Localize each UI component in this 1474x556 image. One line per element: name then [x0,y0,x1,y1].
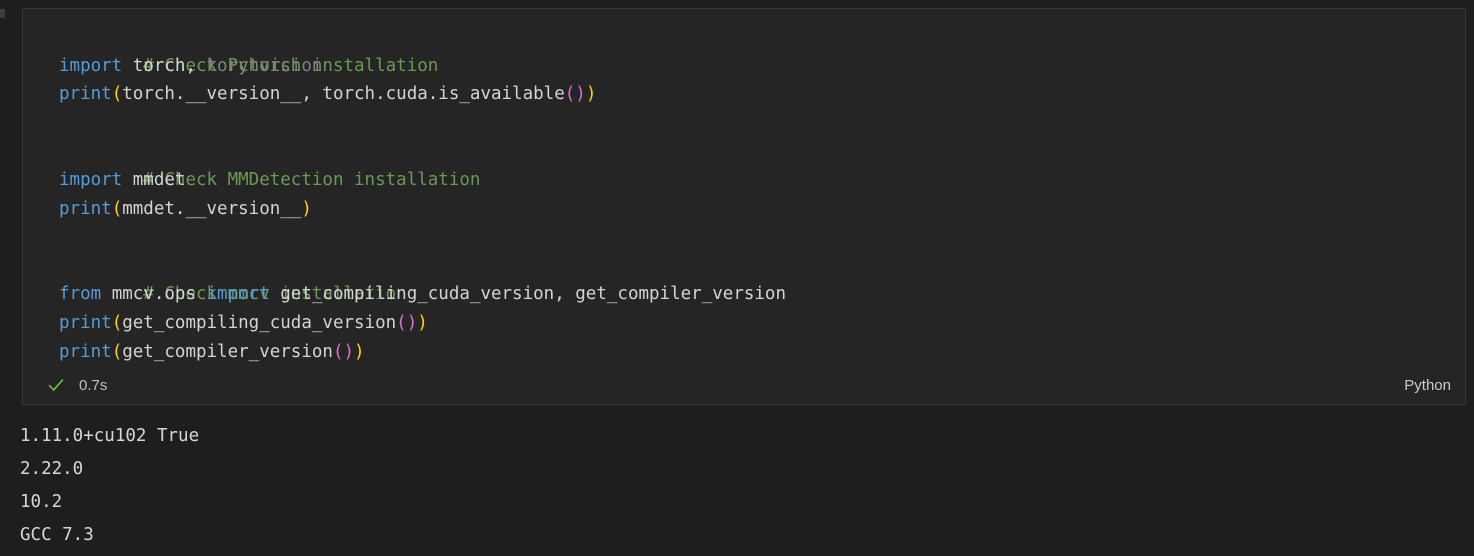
code-token-keyword: import [59,169,123,190]
code-token-bracket: ( [111,341,123,362]
code-line: # Check mmcv installation [23,252,1465,304]
code-line: import torch, torchvision [23,52,1465,81]
cell-status-left: 0.7s [47,376,107,394]
code-token-identifier: mmcv.ops [101,284,207,305]
notebook-cell-view: # Check Pytorch installation import torc… [0,0,1474,556]
code-token-identifier: torch [122,55,186,76]
code-token-function: print [59,198,112,219]
code-token-identifier: torch.__version__, torch.cuda.is_availab… [122,84,565,105]
code-line: from mmcv.ops import get_compiling_cuda_… [23,280,1465,309]
cell-language-label[interactable]: Python [1404,377,1451,394]
code-token-keyword: import [59,55,123,76]
code-token-keyword: from [59,284,102,305]
code-token-punctuation: , [185,55,207,76]
code-token-bracket: () [396,312,418,333]
code-line: print(get_compiling_cuda_version()) [23,309,1465,338]
code-editor[interactable]: # Check Pytorch installation import torc… [23,9,1465,367]
code-line: print(mmdet.__version__) [23,195,1465,224]
output-line: 10.2 [20,492,63,512]
code-line: print(torch.__version__, torch.cuda.is_a… [23,80,1465,109]
code-token-function: print [59,341,112,362]
code-token-bracket: ) [417,312,428,333]
output-line: 1.11.0+cu102 True [20,426,200,446]
cell-toolbar-stub[interactable] [0,9,5,18]
code-token-bracket: () [332,341,355,362]
code-line: # Check MMDetection installation [23,137,1465,190]
code-token-identifier: get_compiler_version [122,341,333,362]
cell-output: 1.11.0+cu102 True 2.22.0 10.2 GCC 7.3 [0,406,1474,556]
code-token-bracket: ( [111,198,123,219]
code-token-function: print [59,312,112,333]
output-line: 2.22.0 [20,459,84,479]
code-token-identifier: get_compiling_cuda_version, get_compiler… [269,284,786,305]
code-token-bracket: ) [354,341,365,362]
code-token-bracket: () [564,84,586,105]
code-token-function: print [59,84,112,105]
code-token-identifier-dimmed: torchvision [206,55,323,76]
code-token-bracket: ) [585,84,597,105]
code-line: print(get_compiler_version()) [23,338,1465,367]
code-token-identifier: mmdet [122,169,186,190]
cell-status-bar: 0.7s Python [23,366,1465,404]
code-line: # Check Pytorch installation [23,23,1465,76]
code-token-bracket: ( [111,84,123,105]
code-token-comment: # Check MMDetection installation [143,169,481,190]
execution-time: 0.7s [79,376,108,394]
code-token-keyword: import [206,284,270,305]
check-icon [48,379,64,391]
code-token-identifier: get_compiling_cuda_version [122,312,397,333]
code-token-bracket: ) [301,198,312,219]
code-token-bracket: ( [111,312,123,333]
output-line: GCC 7.3 [20,525,94,545]
code-token-identifier: mmdet.__version__ [122,198,302,219]
code-cell[interactable]: # Check Pytorch installation import torc… [22,8,1466,405]
